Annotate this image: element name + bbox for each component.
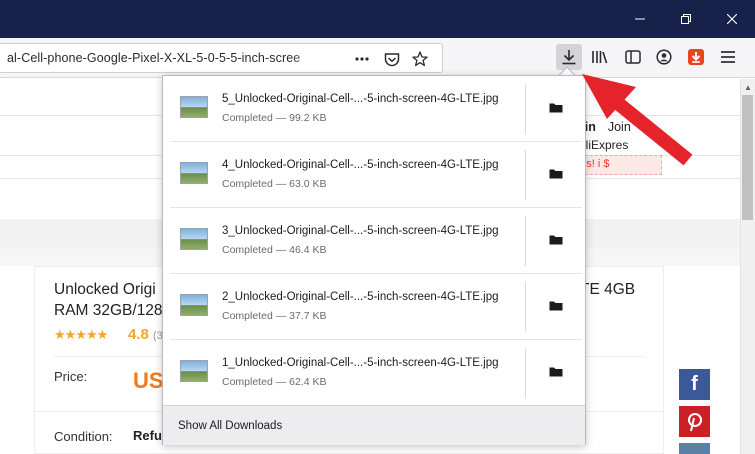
image-file-icon [180, 162, 208, 184]
sidebar-icon[interactable] [620, 44, 646, 70]
url-text[interactable]: al-Cell-phone-Google-Pixel-X-XL-5-0-5-5-… [7, 51, 325, 65]
download-filename: 3_Unlocked-Original-Cell-...-5-inch-scre… [222, 225, 499, 237]
folder-icon[interactable] [548, 166, 564, 180]
minimize-icon[interactable] [617, 0, 663, 38]
download-item[interactable]: 3_Unlocked-Original-Cell-...-5-inch-scre… [163, 208, 585, 274]
price-label: Price: [54, 369, 88, 384]
image-file-icon [180, 96, 208, 118]
item-separator [525, 84, 526, 134]
download-filename: 5_Unlocked-Original-Cell-...-5-inch-scre… [222, 93, 499, 105]
item-separator [525, 216, 526, 266]
account-icon[interactable] [651, 44, 677, 70]
image-file-icon [180, 228, 208, 250]
download-status: Completed — 62.4 KB [222, 376, 327, 388]
download-filename: 2_Unlocked-Original-Cell-...-5-inch-scre… [222, 291, 499, 303]
restore-icon[interactable] [663, 0, 709, 38]
image-file-icon [180, 360, 208, 382]
join-link[interactable]: Join [608, 120, 631, 134]
download-status: Completed — 37.7 KB [222, 310, 327, 322]
download-item[interactable]: 5_Unlocked-Original-Cell-...-5-inch-scre… [163, 76, 585, 142]
folder-icon[interactable] [548, 364, 564, 378]
condition-value[interactable]: Refu [133, 428, 162, 443]
folder-icon[interactable] [548, 232, 564, 246]
download-item[interactable]: 2_Unlocked-Original-Cell-...-5-inch-scre… [163, 274, 585, 340]
item-separator [525, 282, 526, 332]
scrollbar-thumb[interactable] [742, 95, 753, 220]
download-status: Completed — 46.4 KB [222, 244, 327, 256]
condition-label: Condition: [54, 429, 113, 444]
url-fade [289, 46, 329, 70]
menu-icon[interactable] [715, 44, 741, 70]
library-icon[interactable] [587, 44, 613, 70]
vk-share-button[interactable] [679, 443, 710, 454]
facebook-share-button[interactable]: f [679, 369, 710, 400]
item-separator [525, 348, 526, 398]
show-all-downloads-label: Show All Downloads [178, 420, 283, 432]
extension-icon[interactable] [683, 44, 709, 70]
download-item[interactable]: 1_Unlocked-Original-Cell-...-5-inch-scre… [163, 340, 585, 406]
url-bar[interactable]: al-Cell-phone-Google-Pixel-X-XL-5-0-5-5-… [0, 43, 443, 73]
star-icon[interactable] [409, 48, 431, 70]
more-actions-icon[interactable] [351, 48, 373, 70]
folder-icon[interactable] [548, 298, 564, 312]
item-separator [525, 150, 526, 200]
price-value: US [133, 368, 164, 393]
rating-stars: ★★★★★ [54, 327, 108, 342]
download-status: Completed — 63.0 KB [222, 178, 327, 190]
download-icon[interactable] [556, 44, 582, 70]
scroll-up-icon[interactable]: ▲ [744, 83, 752, 92]
download-item[interactable]: 4_Unlocked-Original-Cell-...-5-inch-scre… [163, 142, 585, 208]
download-filename: 4_Unlocked-Original-Cell-...-5-inch-scre… [222, 159, 499, 171]
folder-icon[interactable] [548, 100, 564, 114]
download-filename: 1_Unlocked-Original-Cell-...-5-inch-scre… [222, 357, 499, 369]
image-file-icon [180, 294, 208, 316]
show-all-downloads-button[interactable]: Show All Downloads [163, 405, 585, 445]
rating-value: 4.8 [128, 326, 149, 343]
download-status: Completed — 99.2 KB [222, 112, 327, 124]
close-icon[interactable] [709, 0, 755, 38]
pocket-icon[interactable] [381, 48, 403, 70]
window-titlebar [0, 0, 755, 38]
pinterest-share-button[interactable] [679, 406, 710, 437]
